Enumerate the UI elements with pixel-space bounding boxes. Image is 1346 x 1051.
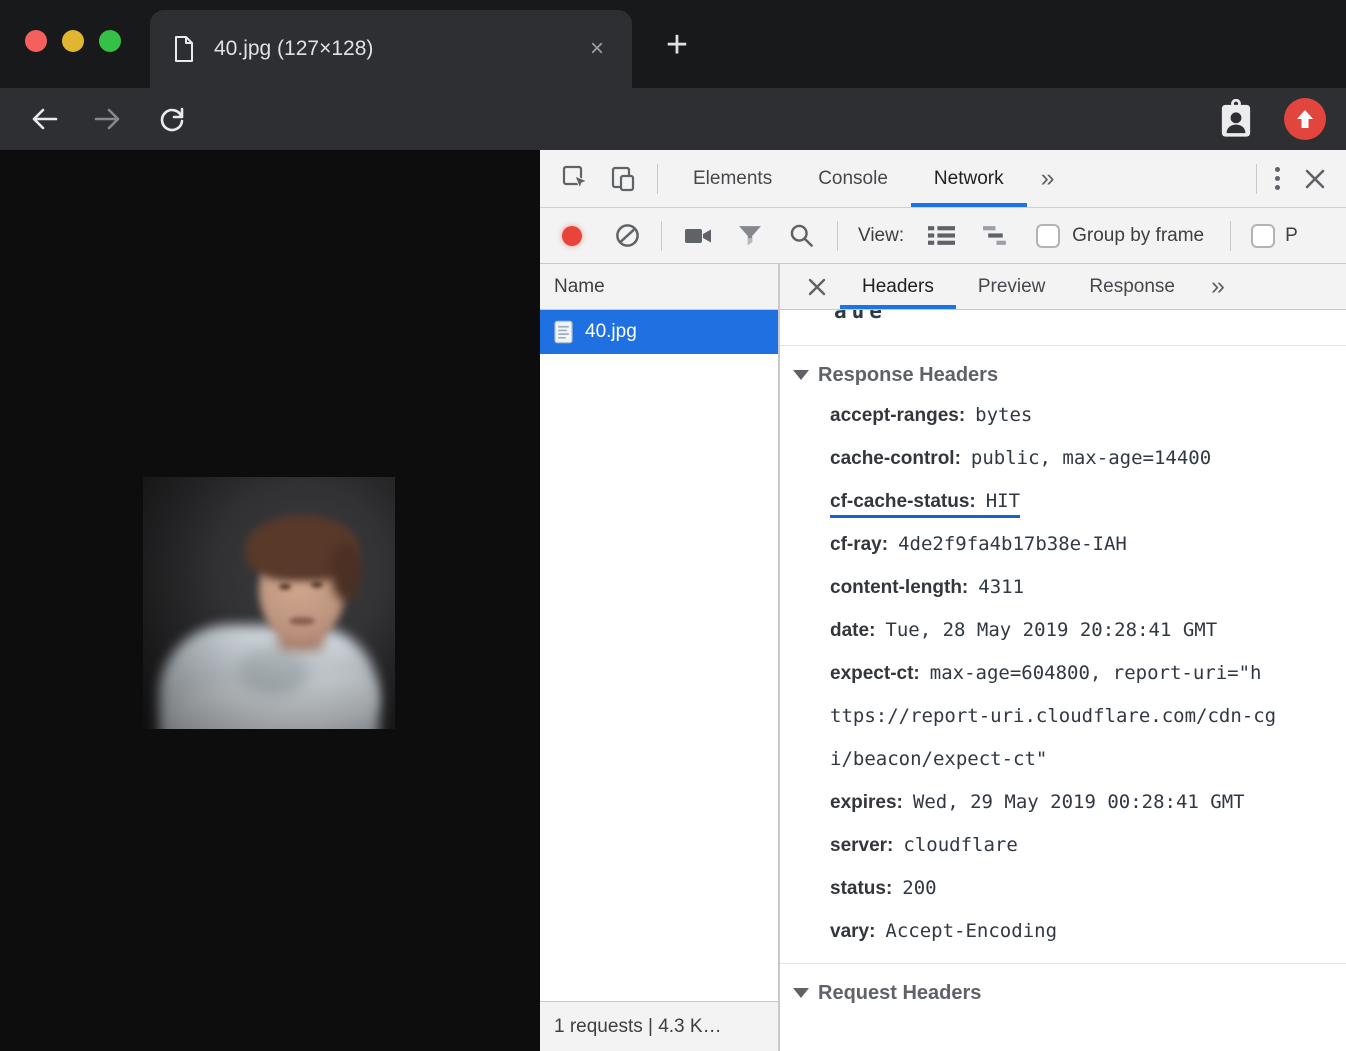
reload-icon[interactable]: [156, 103, 188, 135]
clipped-scrolled-text: aue: [834, 310, 887, 327]
up-arrow-icon: [1294, 108, 1316, 130]
record-icon[interactable]: [562, 226, 582, 246]
tab-console[interactable]: Console: [795, 150, 911, 207]
request-row-selected[interactable]: 40.jpg: [540, 310, 778, 354]
back-icon[interactable]: [28, 105, 60, 133]
header-row: accept-ranges:bytes: [780, 394, 1346, 437]
header-row: date:Tue, 28 May 2019 20:28:41 GMT: [780, 609, 1346, 652]
tab-headers[interactable]: Headers: [840, 264, 956, 309]
preserve-log-checkbox[interactable]: [1251, 224, 1275, 248]
devtools-menu-icon[interactable]: [1257, 150, 1298, 207]
header-row: expect-ct:max-age=604800, report-uri="h: [780, 652, 1346, 695]
more-tabs-icon[interactable]: »: [1027, 150, 1069, 207]
tab-response[interactable]: Response: [1067, 264, 1197, 309]
devtools-tabbar: Elements Console Network »: [540, 150, 1346, 208]
devtools-panel: Elements Console Network »: [540, 150, 1346, 1051]
document-icon: [174, 36, 194, 62]
header-row: cf-ray:4de2f9fa4b17b38e-IAH: [780, 523, 1346, 566]
requests-summary: 1 requests | 4.3 K…: [540, 1001, 778, 1051]
overview-waterfall-icon[interactable]: [983, 225, 1010, 246]
response-headers-list: accept-ranges:bytes cache-control:public…: [780, 394, 1346, 953]
window-controls: [25, 30, 121, 52]
request-name: 40.jpg: [585, 321, 637, 343]
clear-icon[interactable]: [614, 222, 641, 249]
group-by-frame-label: Group by frame: [1072, 225, 1204, 247]
close-window-button[interactable]: [25, 30, 47, 52]
network-toolbar: View: Group by frame P: [540, 208, 1346, 264]
minimize-window-button[interactable]: [62, 30, 84, 52]
header-row: status:200: [780, 867, 1346, 910]
portrait-image: [143, 477, 395, 729]
inspect-element-icon[interactable]: [562, 165, 589, 192]
more-detail-tabs-icon[interactable]: »: [1197, 264, 1239, 309]
browser-tab[interactable]: 40.jpg (127×128) ×: [150, 10, 632, 88]
response-headers-section[interactable]: Response Headers: [793, 362, 1346, 388]
extension-icon[interactable]: [1284, 98, 1326, 140]
request-rows-icon[interactable]: [928, 225, 955, 246]
detail-close-icon[interactable]: [794, 264, 840, 309]
requests-panel: Name 40.jpg 1 requests | 4.3 K…: [540, 264, 780, 1051]
clipped-toolbar-label: P: [1285, 225, 1298, 247]
group-by-frame-checkbox[interactable]: [1036, 224, 1060, 248]
forward-icon[interactable]: [92, 105, 124, 133]
device-toolbar-icon[interactable]: [609, 165, 637, 193]
search-icon[interactable]: [788, 222, 815, 249]
tab-preview[interactable]: Preview: [956, 264, 1068, 309]
tab-close-icon[interactable]: ×: [586, 35, 608, 63]
header-row: vary:Accept-Encoding: [780, 910, 1346, 953]
header-row: cache-control:public, max-age=14400: [780, 437, 1346, 480]
tab-title: 40.jpg (127×128): [214, 37, 586, 61]
file-icon: [554, 320, 573, 344]
request-details-panel: Headers Preview Response » aue Response …: [780, 264, 1346, 1051]
zoom-window-button[interactable]: [99, 30, 121, 52]
filter-icon[interactable]: [738, 225, 762, 247]
header-row: content-length:4311: [780, 566, 1346, 609]
browser-window: 40.jpg (127×128) × + https:// /faces/40.…: [0, 0, 1346, 1051]
view-label: View:: [858, 225, 904, 247]
tab-network[interactable]: Network: [911, 150, 1027, 207]
header-row-continuation: i/beacon/expect-ct": [780, 738, 1346, 781]
devtools-close-icon[interactable]: [1298, 150, 1346, 207]
titlebar: 40.jpg (127×128) × +: [0, 0, 1346, 88]
navigation-bar: https:// /faces/40.jpg: [0, 88, 1346, 150]
page-background: [0, 150, 540, 1051]
header-row: server:cloudflare: [780, 824, 1346, 867]
tab-elements[interactable]: Elements: [670, 150, 795, 207]
header-row-continuation: ttps://report-uri.cloudflare.com/cdn-cg: [780, 695, 1346, 738]
headers-content: aue Response Headers accept-ranges:bytes…: [780, 310, 1346, 1051]
new-tab-button[interactable]: +: [655, 18, 699, 72]
request-headers-section[interactable]: Request Headers: [793, 980, 1346, 1006]
detail-tabbar: Headers Preview Response »: [780, 264, 1346, 310]
screenshot-camera-icon[interactable]: [684, 226, 712, 246]
header-row-highlighted: cf-cache-status:HIT: [780, 480, 1346, 523]
triangle-down-icon: [793, 370, 809, 380]
triangle-down-icon: [793, 988, 809, 998]
header-row-clipped: :authority:serve-assets-workers-toolin .…: [780, 1030, 1346, 1051]
name-column-header[interactable]: Name: [540, 264, 778, 310]
header-row: expires:Wed, 29 May 2019 00:28:41 GMT: [780, 781, 1346, 824]
profile-icon[interactable]: [1218, 99, 1254, 139]
